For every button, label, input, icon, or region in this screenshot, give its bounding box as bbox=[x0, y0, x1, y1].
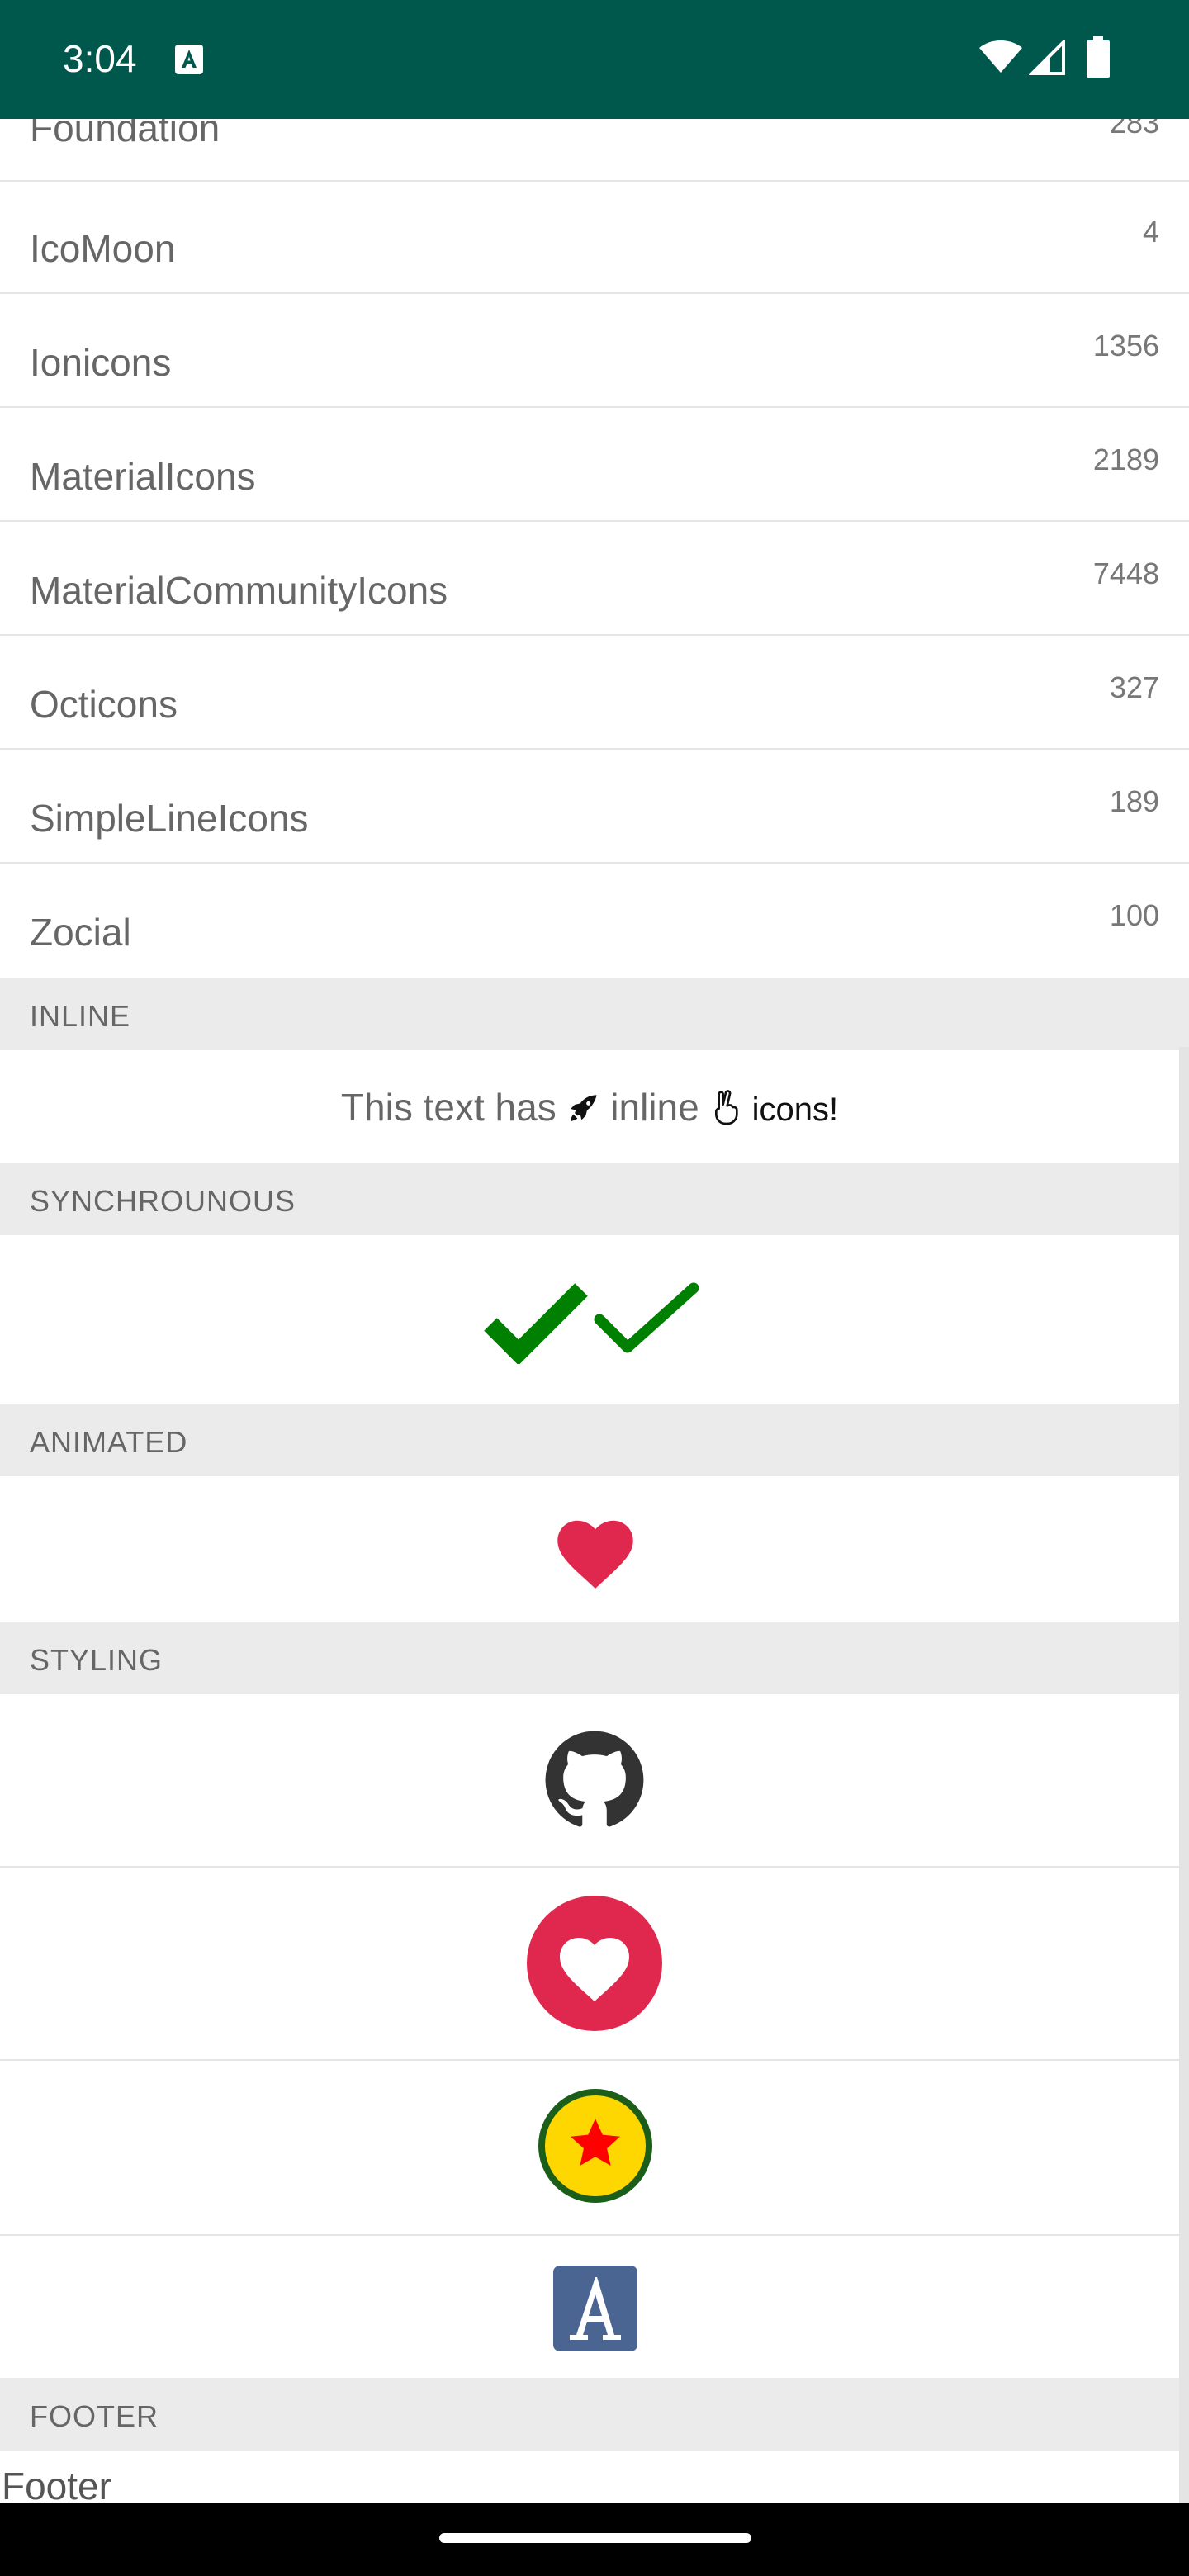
icon-set-name: Ionicons bbox=[30, 341, 172, 384]
icon-explorer-list[interactable]: Foundation 283 IcoMoon 4 Ionicons 1356 M… bbox=[0, 0, 1189, 2503]
font-a-icon bbox=[553, 2266, 637, 2351]
status-time: 3:04 bbox=[63, 37, 137, 80]
animated-demo bbox=[0, 1476, 1179, 1620]
rocket-icon bbox=[571, 1095, 598, 1121]
styling-demo-font bbox=[0, 2236, 1179, 2378]
styling-demo-heart bbox=[0, 1868, 1179, 2061]
peace-hand-icon bbox=[715, 1090, 739, 1125]
list-item[interactable]: Zocial 100 bbox=[0, 865, 1189, 978]
section-header-animated: ANIMATED bbox=[0, 1404, 1189, 1476]
icon-set-name: IcoMoon bbox=[30, 227, 176, 270]
list-item[interactable]: MaterialCommunityIcons 7448 bbox=[0, 523, 1189, 636]
heart-circle-icon bbox=[527, 1896, 662, 2031]
home-gesture-handle[interactable] bbox=[439, 2533, 751, 2543]
inline-text: This text has inline icons! bbox=[0, 1085, 1179, 1129]
status-bar: 3:04 bbox=[0, 0, 1189, 119]
navigation-bar bbox=[0, 2503, 1189, 2576]
list-item[interactable]: Ionicons 1356 bbox=[0, 296, 1189, 408]
github-icon bbox=[545, 1731, 644, 1827]
icon-set-count: 189 bbox=[1109, 784, 1159, 818]
icon-set-count: 1356 bbox=[1092, 329, 1159, 362]
section-title: STYLING bbox=[30, 1643, 163, 1677]
scrollbar[interactable] bbox=[1179, 1047, 1189, 2503]
battery-icon bbox=[1087, 36, 1110, 78]
inline-demo: This text has inline icons! bbox=[0, 1050, 1179, 1158]
synchronous-demo bbox=[0, 1235, 1179, 1402]
inline-text-part: This text has bbox=[340, 1086, 567, 1129]
icon-set-count: 7448 bbox=[1092, 556, 1159, 590]
icon-set-name: MaterialIcons bbox=[30, 455, 256, 498]
icon-set-count: 327 bbox=[1109, 670, 1159, 704]
icon-set-name: MaterialCommunityIcons bbox=[30, 569, 448, 612]
icon-set-count: 100 bbox=[1109, 898, 1159, 932]
list-item[interactable]: SimpleLineIcons 189 bbox=[0, 751, 1189, 864]
section-header-synchronous: SYNCHROUNOUS bbox=[0, 1163, 1189, 1235]
icon-set-name: Octicons bbox=[30, 683, 178, 726]
styling-demo-star bbox=[0, 2061, 1179, 2236]
star-circle-icon bbox=[538, 2089, 652, 2203]
inline-text-part: inline bbox=[599, 1086, 710, 1129]
a-box-icon bbox=[175, 45, 203, 74]
heart-icon[interactable] bbox=[550, 1509, 641, 1589]
check-bold-icon bbox=[484, 1283, 588, 1364]
section-header-styling: STYLING bbox=[0, 1622, 1189, 1694]
icon-set-count: 2189 bbox=[1092, 443, 1159, 476]
icon-set-name: SimpleLineIcons bbox=[30, 797, 309, 840]
icon-set-count: 4 bbox=[1142, 215, 1159, 249]
section-header-inline: INLINE bbox=[0, 978, 1189, 1050]
section-title: FOOTER bbox=[30, 2399, 159, 2433]
list-item[interactable]: MaterialIcons 2189 bbox=[0, 410, 1189, 522]
cell-signal-icon bbox=[1029, 40, 1065, 75]
check-icon bbox=[594, 1282, 699, 1353]
inline-text-part: icons! bbox=[742, 1091, 839, 1128]
list-item[interactable]: IcoMoon 4 bbox=[0, 182, 1189, 294]
styling-demo-github bbox=[0, 1694, 1179, 1868]
section-title: ANIMATED bbox=[30, 1425, 188, 1459]
icon-set-name: Zocial bbox=[30, 911, 131, 954]
section-title: INLINE bbox=[30, 999, 131, 1033]
section-title: SYNCHROUNOUS bbox=[30, 1184, 296, 1218]
footer-text: Footer bbox=[2, 2465, 111, 2503]
list-item[interactable]: Octicons 327 bbox=[0, 637, 1189, 750]
wifi-icon bbox=[979, 40, 1022, 73]
section-header-footer: FOOTER bbox=[0, 2378, 1189, 2451]
